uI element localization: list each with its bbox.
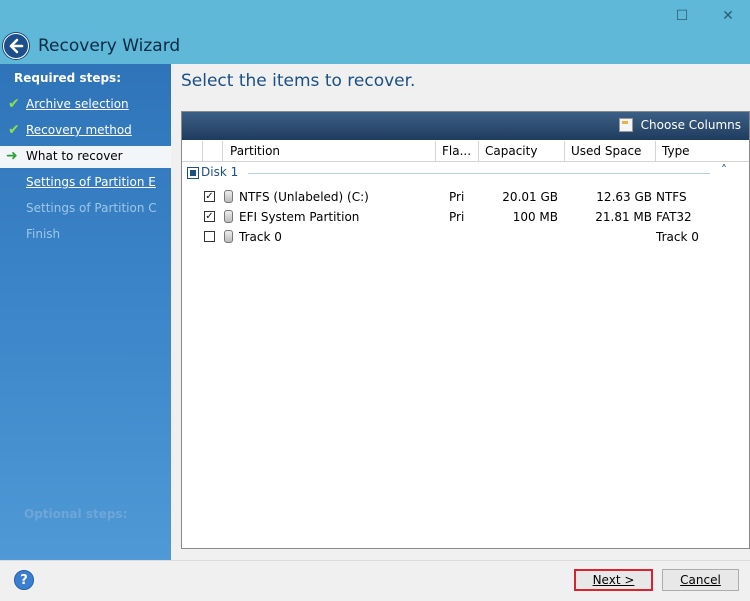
step-label: Archive selection	[26, 97, 129, 111]
panel-toolbar: Choose Columns	[182, 112, 749, 140]
partition-row[interactable]: ✓ NTFS (Unlabeled) (C:) Pri 20.01 GB 12.…	[182, 187, 749, 207]
partition-flags: Pri	[449, 190, 465, 204]
disk-group-header[interactable]: Disk 1 ˄	[182, 163, 749, 183]
drive-icon	[224, 190, 233, 203]
partition-used: 12.63 GB	[596, 190, 652, 204]
disk-divider	[248, 173, 710, 174]
steps-sidebar: Required steps: ✔ Archive selection ✔ Re…	[0, 64, 171, 560]
step-label: What to recover	[26, 149, 123, 163]
partition-flags: Pri	[449, 210, 465, 224]
title-bar: ☐ ✕ Recovery Wizard	[0, 0, 750, 64]
column-partition[interactable]: Partition	[222, 141, 435, 161]
step-finish: Finish	[0, 224, 171, 246]
checkmark-icon: ✔	[8, 122, 20, 138]
column-type[interactable]: Type	[655, 141, 749, 161]
partition-type: Track 0	[656, 230, 699, 244]
partition-name: EFI System Partition	[239, 210, 360, 224]
step-label: Settings of Partition E	[26, 175, 156, 189]
drive-icon	[224, 230, 233, 243]
column-select	[182, 141, 202, 161]
items-panel: Choose Columns Partition Fla... Capacity…	[181, 111, 750, 549]
step-label: Recovery method	[26, 123, 132, 137]
partition-type: NTFS	[656, 190, 687, 204]
row-checkbox[interactable]: ✓	[204, 211, 215, 222]
row-checkbox[interactable]	[204, 231, 215, 242]
column-capacity[interactable]: Capacity	[478, 141, 564, 161]
disk-label: Disk 1	[201, 165, 239, 179]
help-icon[interactable]: ?	[14, 570, 34, 590]
cancel-button-label: Cancel	[680, 573, 721, 587]
column-used-space[interactable]: Used Space	[564, 141, 655, 161]
step-label: Finish	[26, 227, 61, 241]
partition-name: Track 0	[239, 230, 282, 244]
back-arrow-icon	[9, 38, 24, 54]
collapse-icon[interactable]: ˄	[721, 163, 727, 177]
step-label: Settings of Partition C	[26, 201, 157, 215]
close-button[interactable]: ✕	[706, 4, 750, 28]
window-title: Recovery Wizard	[38, 36, 181, 56]
partition-used: 21.81 MB	[595, 210, 652, 224]
columns-icon	[619, 118, 633, 132]
partition-type: FAT32	[656, 210, 692, 224]
optional-steps-heading: Optional steps:	[24, 507, 128, 521]
checkmark-icon: ✔	[8, 96, 20, 112]
step-what-to-recover: ➜ What to recover	[0, 146, 171, 168]
column-icon	[202, 141, 222, 161]
partition-capacity: 100 MB	[512, 210, 558, 224]
choose-columns-button[interactable]: Choose Columns	[641, 118, 741, 132]
back-button[interactable]	[3, 33, 29, 59]
drive-icon	[224, 210, 233, 223]
partition-row[interactable]: Track 0 Track 0	[182, 227, 749, 247]
column-flags[interactable]: Fla...	[435, 141, 478, 161]
current-step-arrow-icon: ➜	[6, 148, 18, 164]
disk-checkbox[interactable]	[187, 167, 199, 179]
step-archive-selection[interactable]: ✔ Archive selection	[0, 94, 171, 116]
partition-row[interactable]: ✓ EFI System Partition Pri 100 MB 21.81 …	[182, 207, 749, 227]
partition-name: NTFS (Unlabeled) (C:)	[239, 190, 369, 204]
maximize-button[interactable]: ☐	[660, 4, 704, 28]
column-header: Partition Fla... Capacity Used Space Typ…	[182, 141, 749, 162]
cancel-button[interactable]: Cancel	[662, 569, 739, 591]
row-checkbox[interactable]: ✓	[204, 191, 215, 202]
next-button-label: Next >	[592, 573, 635, 587]
step-settings-partition-c: Settings of Partition C	[0, 198, 171, 220]
next-button[interactable]: Next >	[574, 569, 653, 591]
page-title: Select the items to recover.	[181, 71, 416, 91]
step-settings-partition-e[interactable]: Settings of Partition E	[0, 172, 171, 194]
partition-capacity: 20.01 GB	[502, 190, 558, 204]
step-recovery-method[interactable]: ✔ Recovery method	[0, 120, 171, 142]
required-steps-heading: Required steps:	[14, 71, 121, 85]
